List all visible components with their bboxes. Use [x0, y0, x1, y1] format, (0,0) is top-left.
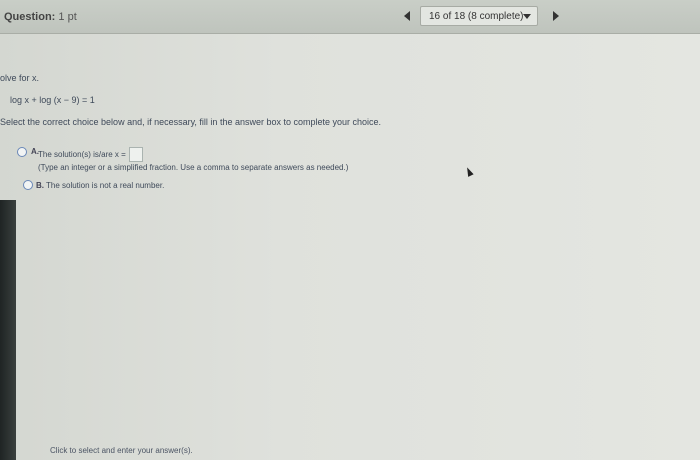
answer-input-box[interactable] [129, 147, 143, 162]
previous-question-icon[interactable] [404, 11, 410, 21]
next-question-icon[interactable] [553, 11, 559, 21]
instruction-text: olve for x. [0, 73, 40, 83]
option-b-radio[interactable] [23, 180, 33, 190]
option-b-letter: B. [36, 181, 44, 190]
option-b-text: The solution is not a real number. [46, 181, 165, 190]
footer-hint: Click to select and enter your answer(s)… [50, 446, 193, 455]
question-points: 1 pt [58, 11, 77, 23]
chevron-down-icon [523, 14, 531, 19]
prompt-text: Select the correct choice below and, if … [0, 117, 382, 127]
option-a-text: The solution(s) is/are x = [38, 150, 126, 159]
option-a-radio[interactable] [17, 147, 27, 157]
equation-text: log x + log (x − 9) = 1 [10, 95, 95, 105]
question-navigator-label: 16 of 18 (8 complete) [429, 11, 524, 22]
option-a-hint: (Type an integer or a simplified fractio… [38, 163, 349, 172]
question-title: Question: [4, 11, 56, 23]
question-navigator-dropdown[interactable]: 16 of 18 (8 complete) [420, 6, 538, 26]
question-header-bar: Question: 1 pt 16 of 18 (8 complete) [0, 0, 700, 34]
question-content-area [0, 34, 700, 460]
left-edge-shadow [0, 200, 16, 460]
question-label: Question: 1 pt [4, 11, 77, 23]
